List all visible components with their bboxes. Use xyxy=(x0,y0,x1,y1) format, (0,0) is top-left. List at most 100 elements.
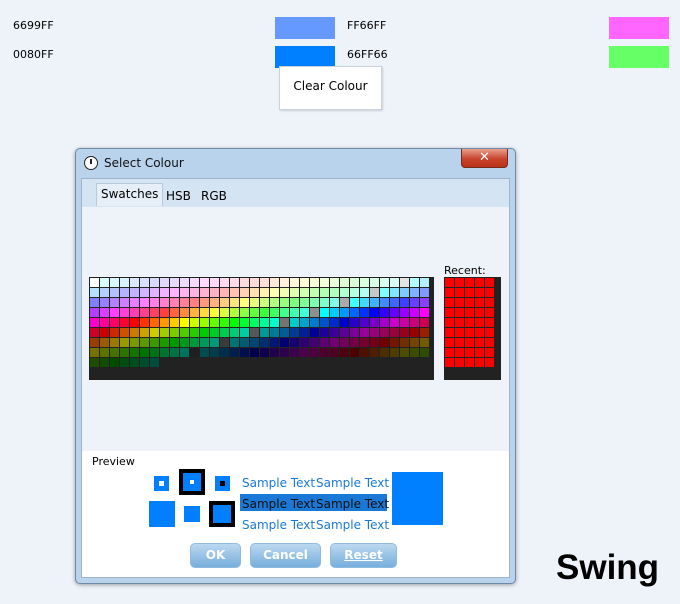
recent-swatch-cell[interactable] xyxy=(455,348,464,357)
swatch-cell[interactable] xyxy=(310,348,319,357)
recent-swatch-cell[interactable] xyxy=(485,278,494,287)
swatch-cell[interactable] xyxy=(420,308,429,317)
swatch-cell[interactable] xyxy=(340,348,349,357)
swatch-cell[interactable] xyxy=(380,338,389,347)
swatch-cell[interactable] xyxy=(170,338,179,347)
swatch-cell[interactable] xyxy=(190,338,199,347)
swatch-cell[interactable] xyxy=(270,278,279,287)
swatch-cell[interactable] xyxy=(150,318,159,327)
swatch-cell[interactable] xyxy=(250,308,259,317)
swatch-cell[interactable] xyxy=(360,288,369,297)
swatch-cell[interactable] xyxy=(410,338,419,347)
tab-hsb[interactable]: HSB xyxy=(166,189,191,203)
swatch-cell[interactable] xyxy=(390,278,399,287)
swatch-cell[interactable] xyxy=(380,278,389,287)
swatch-cell[interactable] xyxy=(90,278,99,287)
swatch-cell[interactable] xyxy=(370,308,379,317)
swatch-cell[interactable] xyxy=(230,308,239,317)
swatch-cell[interactable] xyxy=(150,278,159,287)
swatch-cell[interactable] xyxy=(170,298,179,307)
swatch-cell[interactable] xyxy=(290,318,299,327)
swatch-cell[interactable] xyxy=(90,318,99,327)
swatch-cell[interactable] xyxy=(250,318,259,327)
swatch-cell[interactable] xyxy=(380,328,389,337)
recent-swatch-cell[interactable] xyxy=(455,358,464,367)
swatch-cell[interactable] xyxy=(390,298,399,307)
swatch-cell[interactable] xyxy=(400,318,409,327)
recent-swatch-cell[interactable] xyxy=(455,288,464,297)
swatch-cell[interactable] xyxy=(410,298,419,307)
swatch-cell[interactable] xyxy=(330,308,339,317)
swatch-cell[interactable] xyxy=(160,348,169,357)
swatch-cell[interactable] xyxy=(420,298,429,307)
recent-swatch-cell[interactable] xyxy=(455,328,464,337)
swatch-cell[interactable] xyxy=(320,318,329,327)
swatch-cell[interactable] xyxy=(360,278,369,287)
swatch-cell[interactable] xyxy=(160,298,169,307)
swatch-cell[interactable] xyxy=(380,318,389,327)
swatch-cell[interactable] xyxy=(130,278,139,287)
swatch-cell[interactable] xyxy=(280,318,289,327)
swatch-cell[interactable] xyxy=(120,298,129,307)
swatch-cell[interactable] xyxy=(100,358,109,367)
swatch-cell[interactable] xyxy=(170,288,179,297)
swatch-cell[interactable] xyxy=(260,328,269,337)
swatch-cell[interactable] xyxy=(250,298,259,307)
swatch-cell[interactable] xyxy=(200,328,209,337)
swatch-cell[interactable] xyxy=(400,288,409,297)
swatch-cell[interactable] xyxy=(350,348,359,357)
swatch-cell[interactable] xyxy=(280,308,289,317)
clear-colour-menu-item[interactable]: Clear Colour xyxy=(280,79,381,93)
swatch-cell[interactable] xyxy=(190,318,199,327)
recent-swatch-cell[interactable] xyxy=(475,318,484,327)
recent-swatch-cell[interactable] xyxy=(475,348,484,357)
swatch-cell[interactable] xyxy=(160,278,169,287)
close-button[interactable]: ✕ xyxy=(461,149,508,168)
swatch-cell[interactable] xyxy=(360,298,369,307)
swatch-cell[interactable] xyxy=(110,298,119,307)
swatch-cell[interactable] xyxy=(390,338,399,347)
recent-swatch-cell[interactable] xyxy=(475,298,484,307)
swatch-cell[interactable] xyxy=(230,328,239,337)
swatch-cell[interactable] xyxy=(380,348,389,357)
swatch-cell[interactable] xyxy=(180,308,189,317)
swatch-cell[interactable] xyxy=(390,288,399,297)
recent-swatch-cell[interactable] xyxy=(465,308,474,317)
swatch-cell[interactable] xyxy=(180,278,189,287)
swatch-cell[interactable] xyxy=(90,328,99,337)
recent-swatch-cell[interactable] xyxy=(485,348,494,357)
swatch-cell[interactable] xyxy=(300,318,309,327)
swatch-cell[interactable] xyxy=(150,338,159,347)
swatch-cell[interactable] xyxy=(130,318,139,327)
recent-swatch-cell[interactable] xyxy=(465,278,474,287)
swatch-cell[interactable] xyxy=(270,308,279,317)
swatch-cell[interactable] xyxy=(230,298,239,307)
swatch-cell[interactable] xyxy=(270,328,279,337)
swatch-cell[interactable] xyxy=(400,348,409,357)
color-swatch-66ff66[interactable] xyxy=(609,46,669,68)
swatch-cell[interactable] xyxy=(410,288,419,297)
swatch-cell[interactable] xyxy=(140,348,149,357)
swatch-cell[interactable] xyxy=(210,328,219,337)
swatch-cell[interactable] xyxy=(180,328,189,337)
swatch-cell[interactable] xyxy=(240,288,249,297)
swatch-cell[interactable] xyxy=(320,278,329,287)
swatch-cell[interactable] xyxy=(370,298,379,307)
recent-swatch-cell[interactable] xyxy=(465,328,474,337)
recent-swatch-cell[interactable] xyxy=(485,358,494,367)
recent-swatch-cell[interactable] xyxy=(455,298,464,307)
swatch-cell[interactable] xyxy=(90,358,99,367)
swatch-cell[interactable] xyxy=(380,298,389,307)
swatch-cell[interactable] xyxy=(320,308,329,317)
swatch-cell[interactable] xyxy=(260,338,269,347)
swatch-cell[interactable] xyxy=(300,288,309,297)
swatch-cell[interactable] xyxy=(350,288,359,297)
swatch-cell[interactable] xyxy=(280,338,289,347)
swatch-cell[interactable] xyxy=(420,318,429,327)
swatch-cell[interactable] xyxy=(120,318,129,327)
tab-rgb[interactable]: RGB xyxy=(201,189,227,203)
swatch-cell[interactable] xyxy=(320,348,329,357)
swatch-cell[interactable] xyxy=(350,328,359,337)
swatch-cell[interactable] xyxy=(170,318,179,327)
swatch-cell[interactable] xyxy=(100,298,109,307)
